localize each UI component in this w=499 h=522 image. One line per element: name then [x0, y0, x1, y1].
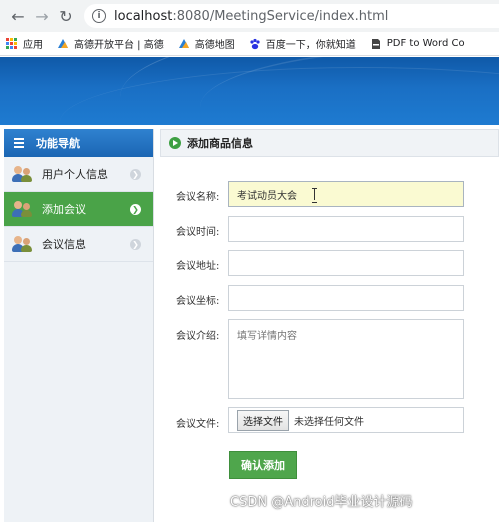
- url-port: :8080: [172, 8, 210, 24]
- url-host: localhost: [114, 8, 173, 24]
- meeting-time-label: 会议时间:: [176, 227, 220, 238]
- baidu-paw-icon: [250, 38, 260, 49]
- bookmark-label: 百度一下，你就知道: [265, 40, 356, 51]
- back-arrow-icon[interactable]: ←: [6, 4, 30, 28]
- bookmark-amap-open[interactable]: 高德开放平台 | 高德: [57, 36, 164, 51]
- list-icon: [14, 138, 24, 148]
- amap-icon: [58, 38, 68, 48]
- bookmark-apps[interactable]: 应用: [6, 36, 43, 51]
- form-row-address: 会议地址:: [160, 250, 499, 276]
- bookmark-label: PDF to Word Co: [386, 38, 465, 49]
- sidebar-item-add-meeting[interactable]: 添加会议 ❯: [4, 192, 153, 227]
- forward-arrow-icon[interactable]: →: [30, 4, 54, 28]
- pdf-icon: [371, 38, 380, 49]
- sidebar-header: 功能导航: [4, 129, 153, 157]
- form-row-file: 会议文件: 选择文件 未选择任何文件: [160, 407, 499, 433]
- meeting-file-label: 会议文件:: [176, 419, 220, 430]
- sidebar-item-label: 添加会议: [42, 203, 86, 216]
- users-icon: [12, 200, 34, 218]
- bookmark-baidu[interactable]: 百度一下，你就知道: [249, 36, 356, 51]
- site-info-icon[interactable]: i: [92, 9, 106, 23]
- site-banner: [0, 57, 499, 125]
- form-row-coordinates: 会议坐标:: [160, 285, 499, 311]
- sidebar-item-meeting-info[interactable]: 会议信息 ❯: [4, 227, 153, 262]
- meeting-time-input[interactable]: [228, 216, 464, 242]
- sidebar-title: 功能导航: [36, 137, 80, 150]
- text-cursor-icon: [312, 188, 318, 203]
- bookmark-label: 高德开放平台 | 高德: [74, 40, 164, 51]
- chevron-right-icon: ❯: [130, 204, 141, 215]
- meeting-file-input: 选择文件 未选择任何文件: [228, 407, 464, 433]
- meeting-coord-input[interactable]: [228, 285, 464, 311]
- chevron-right-icon: ❯: [130, 169, 141, 180]
- amap-icon: [178, 38, 189, 48]
- watermark: CSDN @Android毕业设计源码: [230, 495, 413, 510]
- bookmarks-bar: 应用 高德开放平台 | 高德 高德地图 百度一下，你就知道 PDF to Wor…: [0, 32, 499, 56]
- sidebar-nav: 功能导航 用户个人信息 ❯ 添加会议 ❯ 会议信息 ❯: [4, 129, 154, 522]
- sidebar-item-user-info[interactable]: 用户个人信息 ❯: [4, 157, 153, 192]
- bookmark-pdf[interactable]: PDF to Word Co: [370, 38, 465, 50]
- form-row-intro: 会议介绍:: [160, 319, 499, 399]
- choose-file-button[interactable]: 选择文件: [237, 409, 289, 431]
- meeting-intro-label: 会议介绍:: [176, 331, 220, 342]
- form-row-name: 会议名称: 考试动员大会: [160, 181, 499, 207]
- sidebar-item-label: 用户个人信息: [42, 168, 108, 181]
- meeting-address-input[interactable]: [228, 250, 464, 276]
- reload-icon[interactable]: ↻: [54, 4, 78, 28]
- meeting-name-value: 考试动员大会: [237, 190, 297, 202]
- meeting-name-input[interactable]: 考试动员大会: [228, 181, 464, 207]
- chevron-right-icon: ❯: [130, 239, 141, 250]
- confirm-add-button[interactable]: 确认添加: [229, 451, 297, 479]
- users-icon: [12, 165, 34, 183]
- form-row-time: 会议时间:: [160, 216, 499, 242]
- users-icon: [12, 235, 34, 253]
- panel-title: 添加商品信息: [187, 137, 253, 150]
- file-status-text: 未选择任何文件: [294, 416, 364, 428]
- meeting-address-label: 会议地址:: [176, 261, 220, 272]
- banner-decoration: [60, 67, 499, 125]
- meeting-name-label: 会议名称:: [176, 192, 220, 203]
- url-path: /MeetingService/index.html: [209, 8, 389, 24]
- meeting-coord-label: 会议坐标:: [176, 296, 220, 307]
- meeting-intro-textarea[interactable]: [228, 319, 464, 399]
- apps-grid-icon: [6, 37, 18, 50]
- bookmark-label: 应用: [23, 40, 43, 51]
- address-bar[interactable]: i localhost:8080/MeetingService/index.ht…: [84, 4, 499, 28]
- panel-header: 添加商品信息: [160, 129, 499, 157]
- sidebar-item-label: 会议信息: [42, 238, 86, 251]
- bookmark-label: 高德地图: [194, 40, 235, 51]
- bookmark-amap[interactable]: 高德地图: [178, 36, 235, 51]
- browser-toolbar: ← → ↻ i localhost:8080/MeetingService/in…: [0, 0, 499, 32]
- play-circle-icon: [169, 137, 181, 149]
